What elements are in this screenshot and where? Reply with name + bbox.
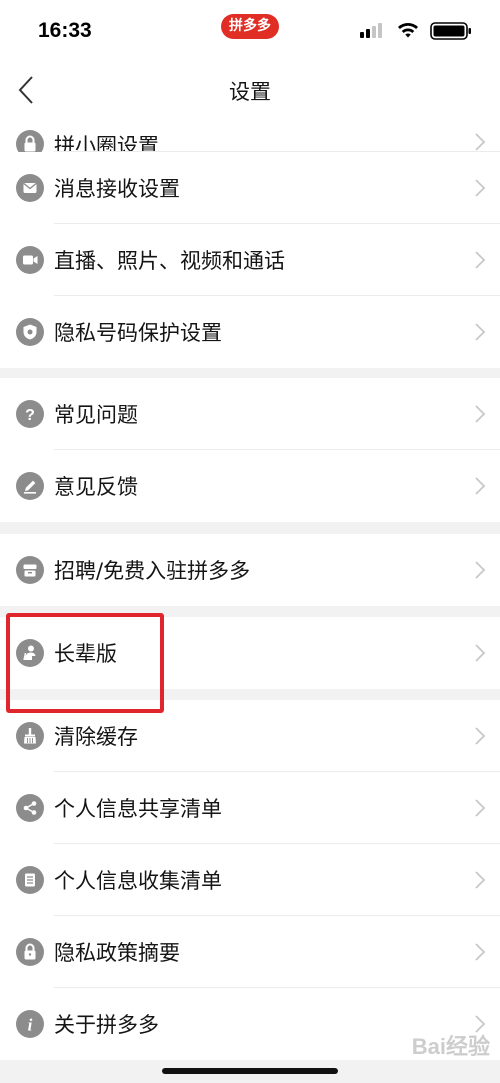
settings-row-label: 常见问题 [54,403,138,427]
chevron-right-icon [475,561,486,579]
settings-row-info-collect-list[interactable]: 个人信息收集清单 [0,844,500,916]
chevron-right-icon [475,644,486,662]
chevron-right-icon [475,405,486,423]
chevron-right-icon [475,943,486,961]
settings-row-label: 直播、照片、视频和通话 [54,249,285,273]
chevron-right-icon [475,179,486,197]
signal-icon [360,22,382,38]
page-title: 设置 [229,80,271,104]
settings-row-privacy-number[interactable]: 隐私号码保护设置 [0,296,500,368]
settings-row-message[interactable]: 消息接收设置 [0,152,500,224]
settings-row-label: 意见反馈 [54,475,138,499]
video-camera-icon [16,246,44,274]
broom-icon [16,722,44,750]
nav-bar: 设置 [0,62,500,118]
settings-row-label: 个人信息收集清单 [54,869,222,893]
shield-phone-icon [16,318,44,346]
lock-icon [16,938,44,966]
settings-group-3: 招聘/免费入驻拼多多 [0,534,500,606]
settings-row-label: 消息接收设置 [54,177,180,201]
chevron-right-icon [475,323,486,341]
chevron-right-icon [475,133,486,151]
battery-icon [430,22,471,40]
settings-row-label: 招聘/免费入驻拼多多 [54,559,251,583]
chevron-right-icon [475,727,486,745]
status-bar: 16:33 拼多多 [0,0,500,62]
svg-text:?: ? [25,407,35,424]
watermark: Bai经验 [411,1034,490,1059]
settings-group-1: 拼小圈设置 消息接收设置 直播、照片、视频和通话 隐私号码保护设置 [0,118,500,368]
settings-row-privacy-summary[interactable]: 隐私政策摘要 [0,916,500,988]
chevron-right-icon [475,251,486,269]
status-icons [342,22,472,40]
settings-group-2: ? 常见问题 意见反馈 [0,378,500,522]
settings-row-live-photo-video[interactable]: 直播、照片、视频和通话 [0,224,500,296]
settings-row-label: 清除缓存 [54,725,138,749]
settings-row-label: 个人信息共享清单 [54,797,222,821]
share-icon [16,794,44,822]
info-icon: i [16,1010,44,1038]
settings-row-info-share-list[interactable]: 个人信息共享清单 [0,772,500,844]
settings-row-label: 隐私号码保护设置 [54,321,222,345]
list-icon [16,866,44,894]
settings-row-label: 隐私政策摘要 [54,941,180,965]
highlight-box [6,613,164,713]
svg-text:i: i [28,1016,33,1035]
question-icon: ? [16,400,44,428]
mail-icon [16,174,44,202]
home-indicator [162,1068,338,1074]
settings-list: 拼小圈设置 消息接收设置 直播、照片、视频和通话 隐私号码保护设置 ? 常见问题… [0,118,500,1060]
chevron-right-icon [475,799,486,817]
settings-row-recruit[interactable]: 招聘/免费入驻拼多多 [0,534,500,606]
chevron-right-icon [475,871,486,889]
settings-row-feedback[interactable]: 意见反馈 [0,450,500,522]
chevron-right-icon [475,477,486,495]
store-icon [16,556,44,584]
settings-row-label: 关于拼多多 [54,1013,159,1037]
settings-group-5: 清除缓存 个人信息共享清单 个人信息收集清单 隐私政策摘要 i 关于拼多多 [0,700,500,1060]
settings-row-faq[interactable]: ? 常见问题 [0,378,500,450]
wifi-icon [398,23,418,38]
settings-row-pinxiaoquan[interactable]: 拼小圈设置 [0,118,500,158]
status-time: 16:33 [38,19,92,42]
pencil-icon [16,472,44,500]
app-badge: 拼多多 [221,14,279,39]
